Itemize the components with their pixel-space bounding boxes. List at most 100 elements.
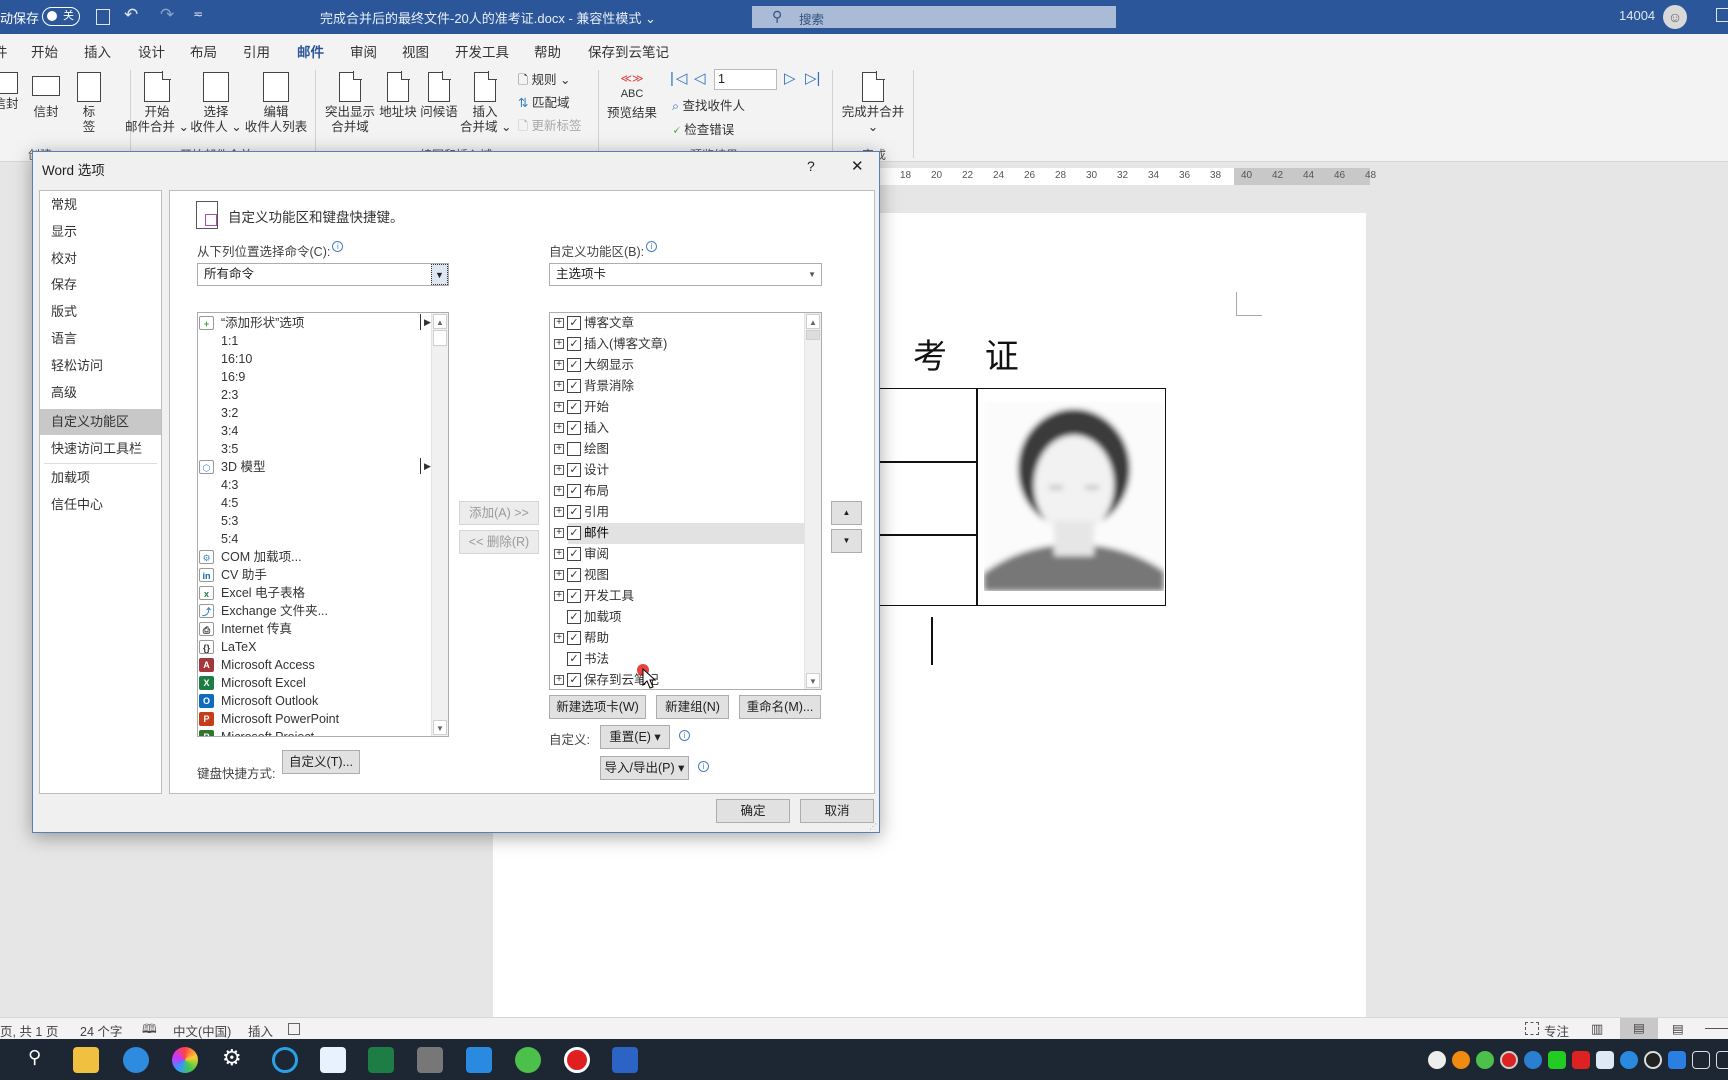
edit-recipient-list-button[interactable]: 编辑 收件人列表 — [244, 72, 308, 135]
tray-wechat-icon[interactable] — [1476, 1051, 1494, 1069]
expand-icon[interactable]: + — [554, 318, 564, 328]
command-item[interactable]: 3:2 — [198, 404, 448, 422]
zoom-slider[interactable] — [1705, 1028, 1728, 1029]
labels-button[interactable]: 标 签 — [72, 72, 106, 135]
ribbon-tab-item[interactable]: + ✓ 邮件 — [550, 523, 806, 544]
command-item[interactable]: ⤴ Exchange 文件夹... — [198, 602, 448, 620]
highlight-merge-fields-button[interactable]: 突出显示 合并域 — [322, 71, 378, 135]
app-icon[interactable] — [417, 1047, 443, 1073]
tab-6[interactable]: 邮件 — [297, 41, 324, 67]
scroll-thumb[interactable] — [806, 330, 820, 340]
checkbox[interactable]: ✓ — [567, 631, 581, 645]
checkbox[interactable]: ✓ — [567, 652, 581, 666]
tray-icon[interactable] — [1500, 1051, 1518, 1069]
ribbon-tab-item[interactable]: + ✓ 开始 — [550, 397, 806, 418]
tab-10[interactable]: 帮助 — [534, 41, 561, 61]
tab-8[interactable]: 视图 — [402, 41, 429, 61]
ribbon-tab-item[interactable]: + 绘图 — [550, 439, 806, 460]
expand-icon[interactable]: + — [554, 360, 564, 370]
command-item[interactable]: ⚙ COM 加载项... — [198, 548, 448, 566]
browser-icon[interactable] — [172, 1047, 198, 1073]
checkbox[interactable]: ✓ — [567, 547, 581, 561]
ribbon-tab-item[interactable]: + ✓ 背景消除 — [550, 376, 806, 397]
nav-item-9[interactable]: 快速访问工具栏 — [40, 436, 161, 462]
rename-button[interactable]: 重命名(M)... — [739, 695, 821, 719]
tray-icon[interactable] — [1452, 1051, 1470, 1069]
excel-icon[interactable] — [368, 1047, 394, 1073]
cancel-button[interactable]: 取消 — [800, 799, 874, 823]
nav-item-6[interactable]: 轻松访问 — [40, 353, 161, 379]
tab-0[interactable]: 件 — [0, 41, 8, 61]
checkbox[interactable]: ✓ — [567, 463, 581, 477]
language[interactable]: 中文(中国) — [173, 1021, 231, 1040]
expand-icon[interactable]: + — [554, 507, 564, 517]
tab-3[interactable]: 设计 — [138, 41, 165, 61]
address-block-button[interactable]: 地址块 — [378, 71, 418, 120]
checkbox[interactable]: ✓ — [567, 337, 581, 351]
scroll-thumb[interactable] — [433, 330, 447, 346]
nav-item-4[interactable]: 版式 — [40, 299, 161, 325]
ribbon-tab-item[interactable]: + ✓ 插入 — [550, 418, 806, 439]
checkbox[interactable]: ✓ — [567, 568, 581, 582]
tab-9[interactable]: 开发工具 — [455, 41, 509, 61]
print-layout-icon[interactable]: ▤ — [1620, 1018, 1658, 1039]
tray-qq-icon[interactable] — [1644, 1051, 1662, 1069]
submenu-arrow-icon[interactable]: ▶ — [420, 458, 431, 474]
customize-keyboard-button[interactable]: 自定义(T)... — [282, 750, 360, 774]
import-export-button[interactable]: 导入/导出(P) ▾ — [600, 756, 689, 780]
nav-item-7[interactable]: 高级 — [40, 380, 161, 406]
command-item[interactable]: in CV 助手 — [198, 566, 448, 584]
ok-button[interactable]: 确定 — [716, 799, 790, 823]
customize-ribbon-select[interactable]: 主选项卡 ▼ — [549, 263, 822, 286]
avatar[interactable]: ☺ — [1663, 5, 1687, 29]
ribbon-tab-item[interactable]: + ✓ 引用 — [550, 502, 806, 523]
scroll-down-icon[interactable]: ▼ — [806, 673, 820, 688]
commands-scrollbar[interactable]: ▲ ▼ — [431, 313, 448, 736]
checkbox[interactable]: ✓ — [567, 589, 581, 603]
expand-icon[interactable]: + — [554, 381, 564, 391]
expand-icon[interactable]: + — [554, 486, 564, 496]
autosave-toggle[interactable]: 关 — [42, 7, 80, 26]
checkbox[interactable]: ✓ — [567, 610, 581, 624]
ribbon-tab-item[interactable]: ✓ 书法 — [550, 649, 806, 670]
command-item[interactable]: 3:4 — [198, 422, 448, 440]
wechat-icon[interactable] — [515, 1047, 541, 1073]
tray-icon[interactable] — [1524, 1051, 1542, 1069]
command-item[interactable]: O Microsoft Outlook — [198, 692, 448, 710]
ribbon-tab-item[interactable]: + ✓ 保存到云笔记 — [550, 670, 806, 689]
nav-item-11[interactable]: 信任中心 — [40, 492, 161, 518]
envelopes-button[interactable]: 信封 — [28, 72, 64, 120]
command-item[interactable]: 16:10 — [198, 350, 448, 368]
ribbon-tab-item[interactable]: + ✓ 布局 — [550, 481, 806, 502]
command-item[interactable]: P Microsoft PowerPoint — [198, 710, 448, 728]
tray-mail-icon[interactable] — [1572, 1051, 1590, 1069]
tab-4[interactable]: 布局 — [190, 41, 217, 61]
file-explorer-icon[interactable] — [73, 1047, 99, 1073]
next-record-icon[interactable]: ▷ — [784, 69, 796, 87]
ribbon-tabs-tree[interactable]: + ✓ 保存到云笔记 ✓ 书法 + ✓ 帮助 ✓ 加载项 + ✓ 开发工具 + ✓ 视图 + ✓ 审阅 + ✓ 邮件 + ✓ 引… — [549, 312, 822, 690]
checkbox[interactable]: ✓ — [567, 316, 581, 330]
command-item[interactable]: 5:3 — [198, 512, 448, 530]
checkbox[interactable] — [567, 442, 581, 456]
search-box[interactable]: ⚲ 搜索 — [752, 6, 1116, 28]
command-item[interactable]: 2:3 — [198, 386, 448, 404]
ribbon-tab-item[interactable]: ✓ 加载项 — [550, 607, 806, 628]
find-recipient-button[interactable]: ⌕ 查找收件人 — [672, 95, 745, 114]
save-icon[interactable] — [96, 9, 110, 25]
proofing-icon[interactable]: 🕮 — [142, 1020, 157, 1041]
settings-icon[interactable]: ⚙ — [222, 1045, 242, 1071]
horizontal-ruler[interactable]: 18 20 22 24 26 28 30 32 34 36 38 40 42 44 46 48 — [880, 168, 1728, 185]
first-record-icon[interactable]: |◁ — [670, 69, 689, 87]
tray-icon[interactable] — [1548, 1051, 1566, 1069]
command-item[interactable]: 4:5 — [198, 494, 448, 512]
move-down-button[interactable]: ▼ — [831, 529, 862, 553]
tab-5[interactable]: 引用 — [243, 41, 270, 61]
resize-grip-icon[interactable]: ⋰ — [869, 822, 877, 831]
ribbon-tab-item[interactable]: + ✓ 设计 — [550, 460, 806, 481]
previous-record-icon[interactable]: ◁ — [694, 69, 706, 87]
expand-icon[interactable]: + — [554, 675, 564, 685]
last-record-icon[interactable]: ▷| — [805, 69, 820, 87]
command-item[interactable]: ⬡ 3D 模型 ▶ — [198, 458, 448, 476]
commands-list[interactable]: P Microsoft Project P Microsoft PowerPoint O… — [197, 312, 449, 737]
checkbox[interactable]: ✓ — [567, 379, 581, 393]
